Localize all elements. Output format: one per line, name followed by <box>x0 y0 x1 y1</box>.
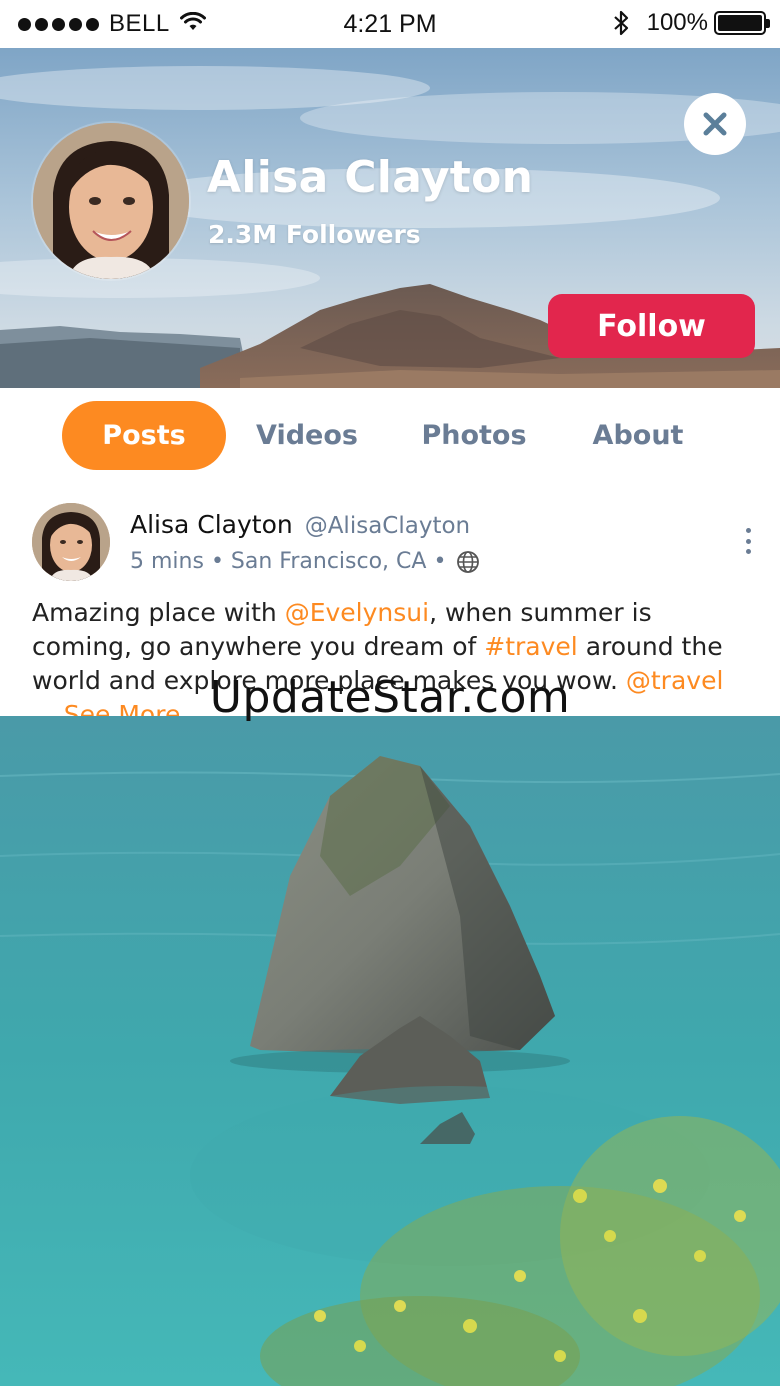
close-icon <box>703 112 727 136</box>
profile-followers-count: 2.3M Followers <box>208 220 421 249</box>
battery-icon <box>714 11 770 35</box>
post-author-handle: @AlisaClayton <box>304 513 471 539</box>
post-more-options-button[interactable] <box>740 528 756 554</box>
battery-percent: 100% <box>646 9 708 36</box>
more-dot <box>745 528 751 533</box>
post-text: Amazing place with @Evelynsui, when summ… <box>32 596 752 732</box>
post-author-avatar[interactable] <box>32 503 110 581</box>
post-author-avatar-image <box>32 503 110 581</box>
tab-photos[interactable]: Photos <box>410 401 538 470</box>
close-button[interactable] <box>684 93 746 155</box>
post-location: San Francisco, CA <box>230 549 427 574</box>
globe-icon <box>457 550 480 573</box>
tab-about[interactable]: About <box>580 401 696 470</box>
more-dot <box>745 538 751 544</box>
tab-posts[interactable]: Posts <box>62 401 226 470</box>
mention-link[interactable]: @travel <box>626 666 724 695</box>
profile-cover: Alisa Clayton 2.3M Followers Follow <box>0 48 780 388</box>
meta-separator: • <box>426 549 447 574</box>
post-time: 5 mins <box>130 549 204 574</box>
post-author[interactable]: Alisa Clayton @AlisaClayton <box>130 510 470 539</box>
post-author-name: Alisa Clayton <box>130 510 293 539</box>
hashtag-link[interactable]: #travel <box>484 632 577 661</box>
follow-button[interactable]: Follow <box>548 294 755 358</box>
post-text-part: Amazing place with <box>32 598 285 627</box>
profile-tabs: Posts Videos Photos About <box>0 388 780 484</box>
status-bar: BELL 4:21 PM 100% <box>0 0 780 48</box>
more-dot <box>745 549 751 554</box>
status-right: 100% <box>613 9 770 37</box>
profile-avatar-image <box>33 123 189 279</box>
tab-videos[interactable]: Videos <box>247 401 367 470</box>
post-image[interactable] <box>0 716 780 1386</box>
bluetooth-icon <box>613 10 628 36</box>
meta-separator: • <box>203 549 231 574</box>
post-photo-sea-rock <box>0 716 780 1386</box>
profile-avatar[interactable] <box>33 123 189 279</box>
mention-link[interactable]: @Evelynsui <box>285 598 429 627</box>
profile-name: Alisa Clayton <box>207 152 534 203</box>
post-meta: 5 mins • San Francisco, CA • <box>130 549 480 574</box>
